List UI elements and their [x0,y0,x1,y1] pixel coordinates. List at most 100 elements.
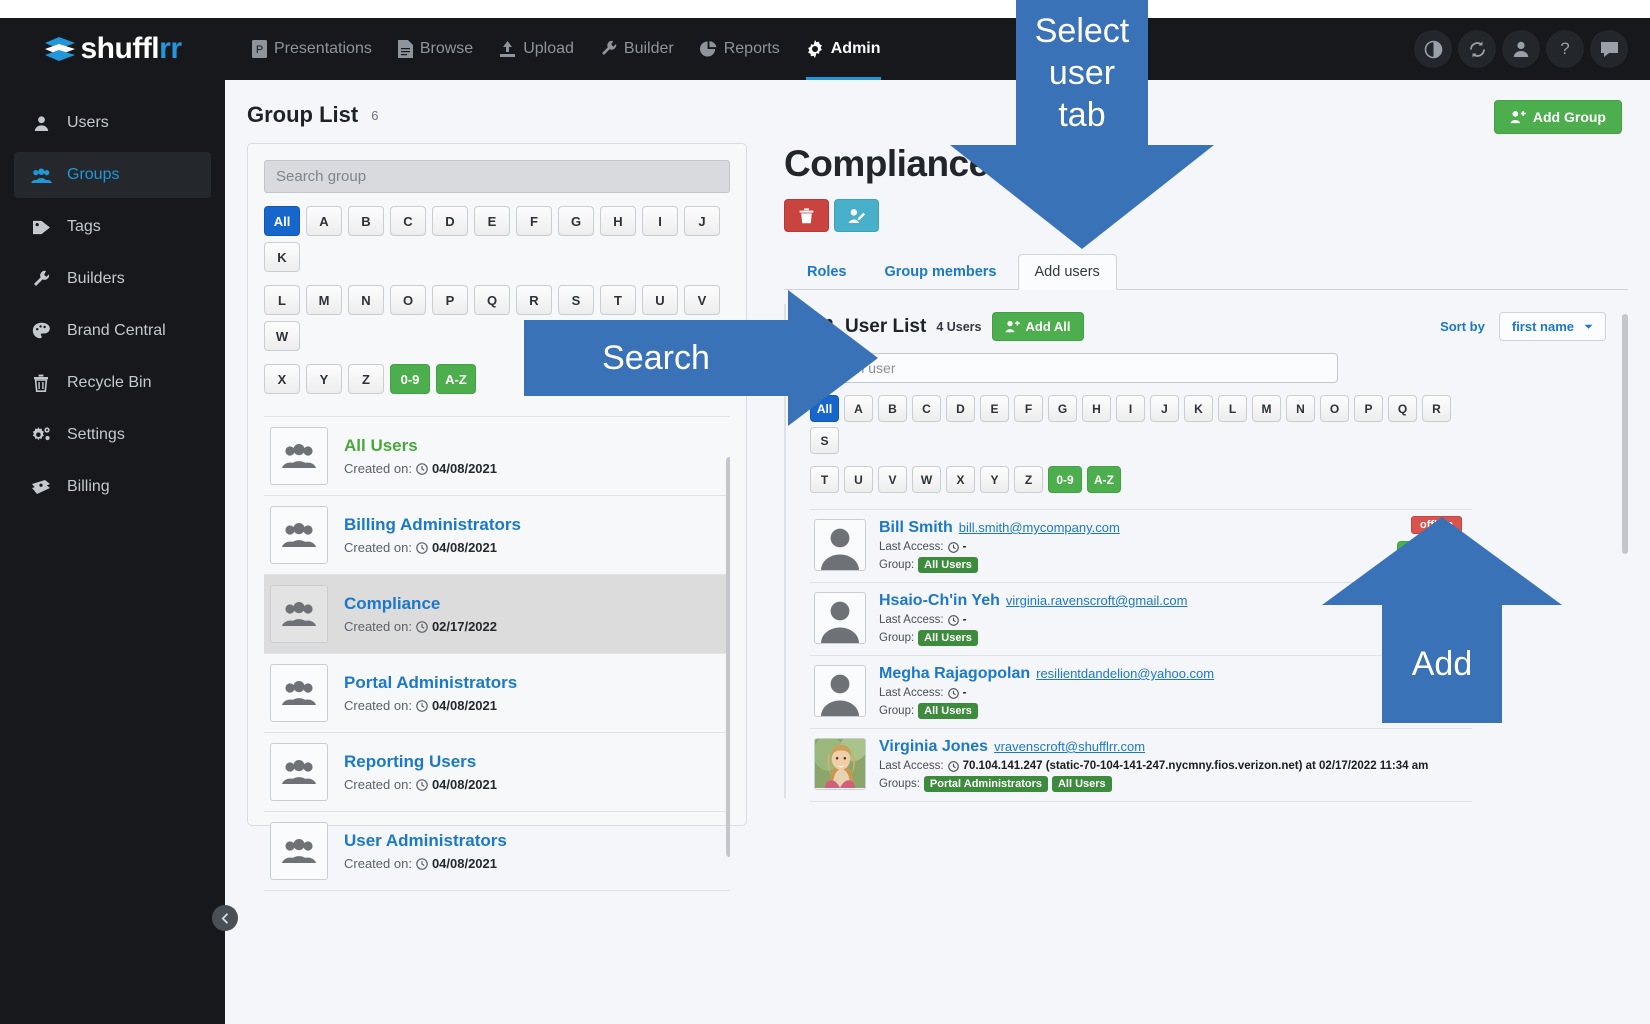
search-user-input[interactable] [810,353,1338,383]
sidebar-item-tags[interactable]: Tags [14,204,211,250]
user-alpha-key-p[interactable]: P [1354,395,1383,422]
group-alpha-key-h[interactable]: H [600,206,636,236]
group-alpha-key-g[interactable]: G [558,206,594,236]
group-alpha-key-j[interactable]: J [684,206,720,236]
group-name[interactable]: Compliance [344,594,497,614]
add-user-button[interactable]: Add [1396,541,1462,567]
group-alpha-key-z[interactable]: Z [348,364,384,394]
tab-add-users[interactable]: Add users [1017,254,1117,290]
group-alpha-key-k[interactable]: K [264,242,300,272]
help-icon[interactable]: ? [1546,30,1584,68]
tab-group-members[interactable]: Group members [868,254,1014,290]
sidebar-item-recycle-bin[interactable]: Recycle Bin [14,360,211,406]
user-alpha-key-all[interactable]: All [810,395,839,422]
user-alpha-key-u[interactable]: U [844,466,873,493]
user-alpha-key-w[interactable]: W [912,466,941,493]
user-icon[interactable] [1502,30,1540,68]
sidebar-item-settings[interactable]: Settings [14,412,211,458]
group-list-item[interactable]: Billing Administrators Created on: 04/08… [264,496,730,575]
group-alpha-key-p[interactable]: P [432,285,468,315]
group-alpha-key-o[interactable]: O [390,285,426,315]
group-alpha-key-v[interactable]: V [684,285,720,315]
sidebar-collapse-button[interactable] [212,905,238,931]
user-alpha-key-q[interactable]: Q [1388,395,1417,422]
user-alpha-key-a-z[interactable]: A-Z [1087,466,1121,493]
sidebar-item-users[interactable]: Users [14,100,211,146]
user-alpha-key-y[interactable]: Y [980,466,1009,493]
sort-by-select[interactable]: first name [1498,312,1606,341]
group-alpha-key-c[interactable]: C [390,206,426,236]
search-group-input[interactable] [264,160,730,193]
user-email[interactable]: resilientdandelion@yahoo.com [1036,666,1214,681]
group-alpha-key-q[interactable]: Q [474,285,510,315]
group-list-item[interactable]: Portal Administrators Created on: 04/08/… [264,654,730,733]
user-list-scrollbar[interactable] [1622,314,1628,554]
user-alpha-key-d[interactable]: D [946,395,975,422]
user-email[interactable]: bill.smith@mycompany.com [959,520,1120,535]
group-name[interactable]: User Administrators [344,831,507,851]
user-list-row[interactable]: Megha Rajagopolan resilientdandelion@yaho… [810,656,1472,729]
sidebar-item-billing[interactable]: Billing [14,464,211,510]
add-group-button[interactable]: Add Group [1493,100,1622,134]
user-alpha-key-b[interactable]: B [878,395,907,422]
user-list-row[interactable]: Bill Smith bill.smith@mycompany.com Last … [810,510,1472,583]
user-alpha-key-i[interactable]: I [1116,395,1145,422]
user-alpha-key-g[interactable]: G [1048,395,1077,422]
nav-item-builder[interactable]: Builder [587,18,687,80]
group-alpha-key-u[interactable]: U [642,285,678,315]
group-alpha-key-f[interactable]: F [516,206,552,236]
group-name[interactable]: Portal Administrators [344,673,517,693]
group-name[interactable]: Billing Administrators [344,515,521,535]
user-name[interactable]: Virginia Jones [879,738,988,755]
group-list-scrollbar[interactable] [726,457,730,857]
user-alpha-key-r[interactable]: R [1422,395,1451,422]
group-alpha-key-w[interactable]: W [264,321,300,351]
sidebar-item-brand-central[interactable]: Brand Central [14,308,211,354]
group-list-item[interactable]: All Users Created on: 04/08/2021 [264,417,730,496]
user-alpha-key-t[interactable]: T [810,466,839,493]
user-name[interactable]: Megha Rajagopolan [879,665,1030,682]
user-alpha-key-e[interactable]: E [980,395,1009,422]
edit-group-users-button[interactable] [834,199,879,232]
add-all-button[interactable]: Add All [991,312,1084,341]
user-list-row[interactable]: Virginia Jones vravenscroft@shufflrr.com … [810,729,1472,802]
user-alpha-key-a[interactable]: A [844,395,873,422]
group-list-item-selected[interactable]: Compliance Created on: 02/17/2022 [264,575,730,654]
user-alpha-key-l[interactable]: L [1218,395,1247,422]
user-alpha-key-h[interactable]: H [1082,395,1111,422]
user-alpha-key-f[interactable]: F [1014,395,1043,422]
group-alpha-key-n[interactable]: N [348,285,384,315]
user-alpha-key-k[interactable]: K [1184,395,1213,422]
user-alpha-key-j[interactable]: J [1150,395,1179,422]
contrast-icon[interactable] [1414,30,1452,68]
group-alpha-key-l[interactable]: L [264,285,300,315]
group-alpha-key-i[interactable]: I [642,206,678,236]
brand-logo[interactable]: shuffl rr [0,18,225,80]
user-list-row[interactable]: Hsaio-Ch'in Yeh virginia.ravenscroft@gmai… [810,583,1472,656]
nav-item-admin[interactable]: Admin [793,18,894,80]
group-alpha-key-a[interactable]: A [306,206,342,236]
sidebar-item-groups[interactable]: Groups [14,152,211,198]
group-name[interactable]: Reporting Users [344,752,497,772]
delete-group-button[interactable] [784,199,829,232]
nav-item-presentations[interactable]: P Presentations [239,18,385,80]
user-name[interactable]: Hsaio-Ch'in Yeh [879,592,1000,609]
group-alpha-key-0-9[interactable]: 0-9 [390,364,430,394]
user-alpha-key-z[interactable]: Z [1014,466,1043,493]
nav-item-reports[interactable]: Reports [687,18,793,80]
group-alpha-key-b[interactable]: B [348,206,384,236]
user-alpha-key-m[interactable]: M [1252,395,1281,422]
chat-icon[interactable] [1590,30,1628,68]
refresh-icon[interactable] [1458,30,1496,68]
group-alpha-key-all[interactable]: All [264,206,300,236]
user-alpha-key-n[interactable]: N [1286,395,1315,422]
group-alpha-key-r[interactable]: R [516,285,552,315]
group-name[interactable]: All Users [344,436,497,456]
group-alpha-key-x[interactable]: X [264,364,300,394]
sidebar-item-builders[interactable]: Builders [14,256,211,302]
user-alpha-key-x[interactable]: X [946,466,975,493]
user-email[interactable]: virginia.ravenscroft@gmail.com [1006,593,1188,608]
group-alpha-key-s[interactable]: S [558,285,594,315]
tab-roles[interactable]: Roles [790,254,864,290]
user-alpha-key-s[interactable]: S [810,427,839,454]
